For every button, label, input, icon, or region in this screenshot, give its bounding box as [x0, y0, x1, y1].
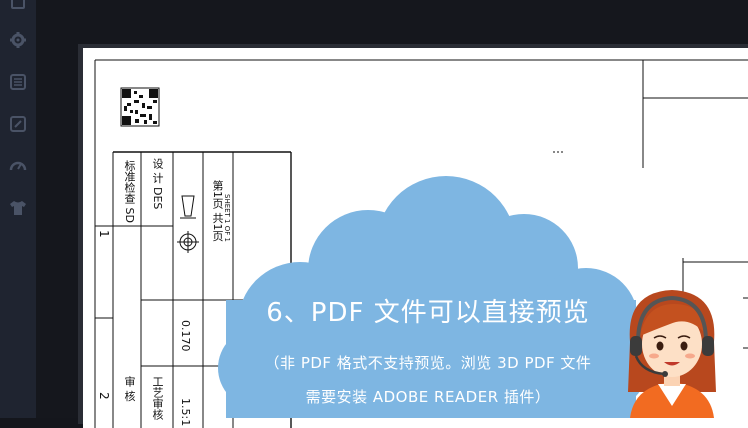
document-icon[interactable] — [9, 0, 27, 10]
qr-code — [120, 87, 160, 127]
sheet-en-label: SHEET 1 OF 1 — [223, 194, 231, 242]
design-label: 设 计 DES — [151, 158, 164, 210]
review-label: 审 核 — [123, 376, 136, 402]
gear-icon[interactable] — [9, 31, 27, 49]
row-one-label: 1 — [97, 230, 111, 238]
promo-line-1: （非 PDF 格式不支持预览。浏览 3D PDF 文件 — [264, 354, 592, 372]
edit-icon[interactable] — [9, 115, 27, 133]
scale-value: 1.5:1 — [179, 398, 192, 427]
row-two-label: 2 — [97, 392, 111, 400]
left-sidebar — [0, 0, 36, 418]
standard-check-label: 标准检查 SD — [123, 160, 136, 223]
process-review-label: 工艺审核 — [151, 376, 164, 420]
promo-title: 6、PDF 文件可以直接预览 — [266, 298, 590, 328]
list-icon[interactable] — [9, 73, 27, 91]
weight-value: 0.170 — [179, 320, 192, 352]
promo-line-2: 需要安装 ADOBE READER 插件） — [305, 388, 551, 406]
gauge-icon[interactable] — [9, 157, 27, 175]
customer-service-avatar — [628, 290, 716, 418]
shirt-icon[interactable] — [9, 199, 27, 217]
